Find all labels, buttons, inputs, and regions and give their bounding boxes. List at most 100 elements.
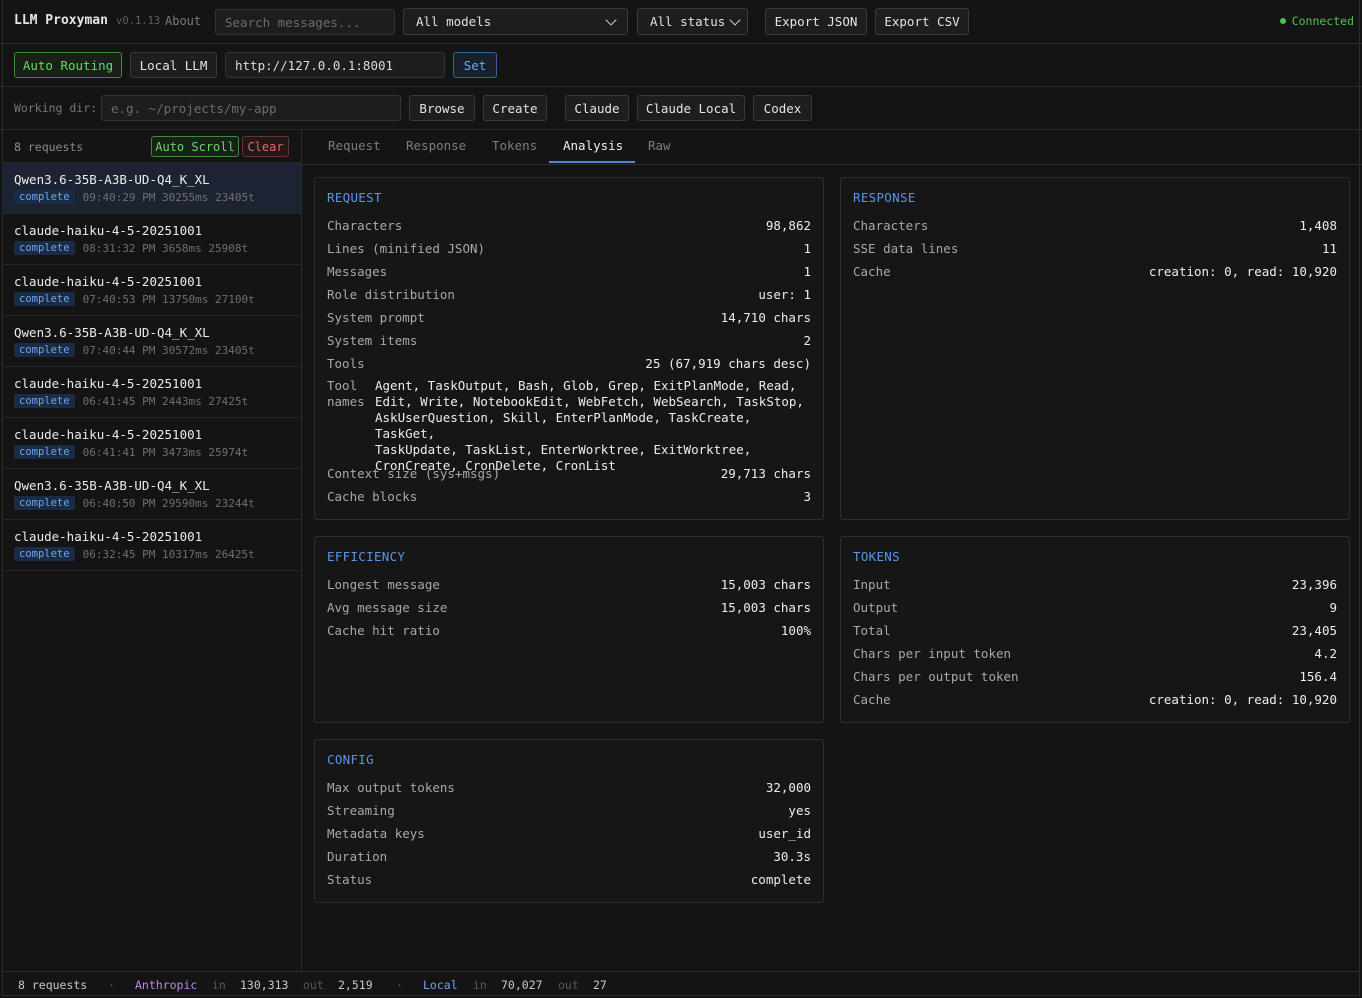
set-url-button[interactable]: Set [453,52,497,78]
request-meta: complete 06:32:45 PM 10317ms 26425t [14,547,255,561]
metric-value: 100% [780,622,811,638]
request-model: claude-haiku-4-5-20251001 [14,529,203,544]
status-filter-select[interactable]: All status [637,8,748,35]
metric-row: Characters 1,408 [853,216,1337,234]
tool-names-value: Agent, TaskOutput, Bash, Glob, Grep, Exi… [375,378,811,474]
metric-value: 3 [803,488,811,504]
codex-button[interactable]: Codex [753,95,812,121]
search-input[interactable]: Search messages... [215,9,395,35]
metric-row: Role distribution user: 1 [327,285,811,303]
request-list-item[interactable]: Qwen3.6-35B-A3B-UD-Q4_K_XL complete 06:40:… [2,469,301,520]
metric-row: Chars per input token 4.2 [853,644,1337,662]
active-tab-indicator [549,161,635,163]
metric-label: Cache [853,691,891,707]
config-panel: CONFIG Max output tokens 32,000 Streaming y… [314,739,824,903]
metric-label: Tools [327,355,365,371]
metric-value: 14,710 chars [720,309,811,325]
claude-button[interactable]: Claude [565,95,629,121]
tab-raw[interactable]: Raw [648,138,671,153]
request-timing: 07:40:44 PM 30572ms 23405t [82,343,255,357]
status-badge: complete [14,394,75,408]
request-list: Qwen3.6-35B-A3B-UD-Q4_K_XL complete 09:40:… [2,163,301,571]
metric-row: Characters 98,862 [327,216,811,234]
metric-row: Avg message size 15,003 chars [327,598,811,616]
export-json-button[interactable]: Export JSON [765,8,867,35]
request-model: claude-haiku-4-5-20251001 [14,223,203,238]
clear-button[interactable]: Clear [242,136,289,157]
metric-row: Chars per output token 156.4 [853,667,1337,685]
model-filter-select[interactable]: All models [403,8,628,35]
metric-row: System items 2 [327,331,811,349]
metric-value: yes [788,802,811,818]
metric-row: Cache hit ratio 100% [327,621,811,639]
metric-label: Role distribution [327,286,455,302]
metric-row: Lines (minified JSON) 1 [327,239,811,257]
metric-row: System prompt 14,710 chars [327,308,811,326]
about-link[interactable]: About [165,14,201,28]
tool-names-row: Tool names Agent, TaskOutput, Bash, Glob… [327,378,811,474]
metric-value: user: 1 [758,286,811,302]
metric-row: Cache creation: 0, read: 10,920 [853,690,1337,708]
metric-row: Cache blocks 3 [327,487,811,505]
status-badge: complete [14,547,75,561]
metric-row: Max output tokens 32,000 [327,778,811,796]
create-button[interactable]: Create [483,95,547,121]
anthropic-out-label: out [303,978,324,992]
request-count: 8 requests [14,140,84,154]
auto-scroll-button[interactable]: Auto Scroll [151,136,239,157]
request-timing: 07:40:53 PM 13750ms 27100t [82,292,255,306]
metric-row: Status complete [327,870,811,888]
working-dir-input[interactable]: e.g. ~/projects/my-app [101,95,401,121]
top-bar: LLM Proxyman v0.1.13 About Search messag… [0,0,1362,44]
total-request-count: 8 requests [18,978,88,992]
metric-row: Metadata keys user_id [327,824,811,842]
metric-row: Output 9 [853,598,1337,616]
request-list-item[interactable]: claude-haiku-4-5-20251001 complete 06:41:4… [2,418,301,469]
request-list-item[interactable]: Qwen3.6-35B-A3B-UD-Q4_K_XL complete 09:40:… [2,163,301,214]
request-list-item[interactable]: Qwen3.6-35B-A3B-UD-Q4_K_XL complete 07:40:… [2,316,301,367]
claude-local-button[interactable]: Claude Local [637,95,745,121]
routing-bar: Auto Routing Local LLM http://127.0.0.1:… [0,44,1362,87]
request-timing: 06:32:45 PM 10317ms 26425t [82,547,255,561]
metric-value: 1,408 [1299,217,1337,233]
request-timing: 08:31:32 PM 3658ms 25908t [82,241,249,255]
auto-routing-button[interactable]: Auto Routing [14,52,122,78]
browse-button[interactable]: Browse [409,95,475,121]
metric-value: 2 [803,332,811,348]
metric-value: 15,003 chars [720,576,811,592]
local-llm-url-input[interactable]: http://127.0.0.1:8001 [225,52,445,78]
metric-value: 4.2 [1314,645,1337,661]
panel-title: EFFICIENCY [327,549,406,564]
request-list-item[interactable]: claude-haiku-4-5-20251001 complete 07:40:5… [2,265,301,316]
metric-value: 25 (67,919 chars desc) [645,355,811,371]
request-meta: complete 07:40:44 PM 30572ms 23405t [14,343,255,357]
request-list-item[interactable]: claude-haiku-4-5-20251001 complete 06:41:4… [2,367,301,418]
tool-names-label: Tool names [327,378,365,409]
request-meta: complete 06:41:41 PM 3473ms 25974t [14,445,248,459]
tab-response[interactable]: Response [406,138,466,153]
metric-value: 15,003 chars [720,599,811,615]
metric-row: Cache creation: 0, read: 10,920 [853,262,1337,280]
request-list-sidebar: 8 requests Auto Scroll Clear Qwen3.6-35B… [2,130,302,971]
metric-label: Total [853,622,891,638]
request-list-item[interactable]: claude-haiku-4-5-20251001 complete 06:32:4… [2,520,301,571]
metric-label: Streaming [327,802,395,818]
metric-value: 1 [803,263,811,279]
tool-names-line: Edit, Write, NotebookEdit, WebFetch, Web… [375,394,804,409]
request-analysis-panel: REQUEST Characters 98,862 Lines (minified … [314,177,824,520]
connection-status: Connected [1279,14,1354,28]
tab-request[interactable]: Request [328,138,381,153]
status-badge: complete [14,343,75,357]
local-llm-button[interactable]: Local LLM [130,52,217,78]
tab-tokens[interactable]: Tokens [492,138,537,153]
model-filter-value: All models [416,14,492,29]
metric-label: System items [327,332,418,348]
metric-label: Characters [853,217,929,233]
tab-analysis[interactable]: Analysis [563,138,623,153]
efficiency-panel: EFFICIENCY Longest message 15,003 chars Av… [314,536,824,723]
request-meta: complete 06:41:45 PM 2443ms 27425t [14,394,248,408]
panel-title: TOKENS [853,549,900,564]
export-csv-button[interactable]: Export CSV [875,8,969,35]
request-list-item[interactable]: claude-haiku-4-5-20251001 complete 08:31:3… [2,214,301,265]
panel-title: CONFIG [327,752,374,767]
